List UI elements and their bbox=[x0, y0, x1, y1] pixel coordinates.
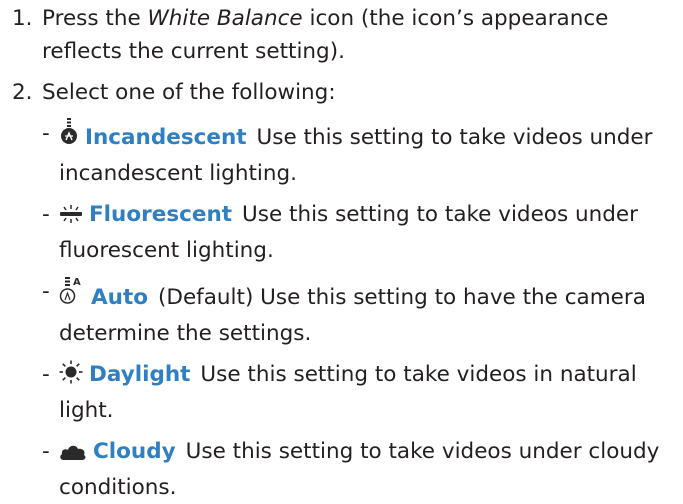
step-number: 1. bbox=[12, 6, 33, 31]
option-name: Daylight bbox=[89, 362, 191, 387]
white-balance-emphasis: White Balance bbox=[147, 6, 303, 31]
step-2: 2. Select one of the following: bbox=[0, 76, 683, 109]
cloud-icon bbox=[59, 438, 87, 471]
option-cloudy: - Cloudy Use this setting to take videos … bbox=[0, 435, 683, 504]
option-name: Auto bbox=[91, 285, 148, 310]
option-name: Fluorescent bbox=[89, 202, 233, 227]
step-1: 1. Press the White Balance icon (the ico… bbox=[0, 2, 683, 68]
auto-bulb-icon: A bbox=[59, 275, 85, 317]
step-text: Select one of the following: bbox=[42, 80, 336, 105]
auto-letter: A bbox=[73, 277, 81, 288]
list-dash: - bbox=[42, 202, 50, 227]
list-dash: - bbox=[42, 362, 50, 387]
option-incandescent: - Incandescent Use this setting to take v… bbox=[0, 117, 683, 190]
step-number: 2. bbox=[12, 80, 33, 105]
list-dash: - bbox=[42, 279, 50, 304]
list-dash: - bbox=[42, 121, 50, 146]
incandescent-bulb-icon bbox=[59, 117, 79, 157]
list-dash: - bbox=[42, 439, 50, 464]
option-daylight: - Daylight Use this setting to take video… bbox=[0, 358, 683, 427]
option-name: Cloudy bbox=[93, 439, 176, 464]
option-fluorescent: - Fluorescent Use this setting to take vi… bbox=[0, 198, 683, 267]
step-text-before: Press the bbox=[42, 6, 148, 31]
instructions-document: 1. Press the White Balance icon (the ico… bbox=[0, 2, 683, 500]
daylight-sun-icon bbox=[59, 360, 83, 394]
fluorescent-tube-icon bbox=[59, 201, 83, 234]
option-name: Incandescent bbox=[85, 125, 247, 150]
option-auto: - A Auto (Default) Use this setting to ha… bbox=[0, 275, 683, 350]
